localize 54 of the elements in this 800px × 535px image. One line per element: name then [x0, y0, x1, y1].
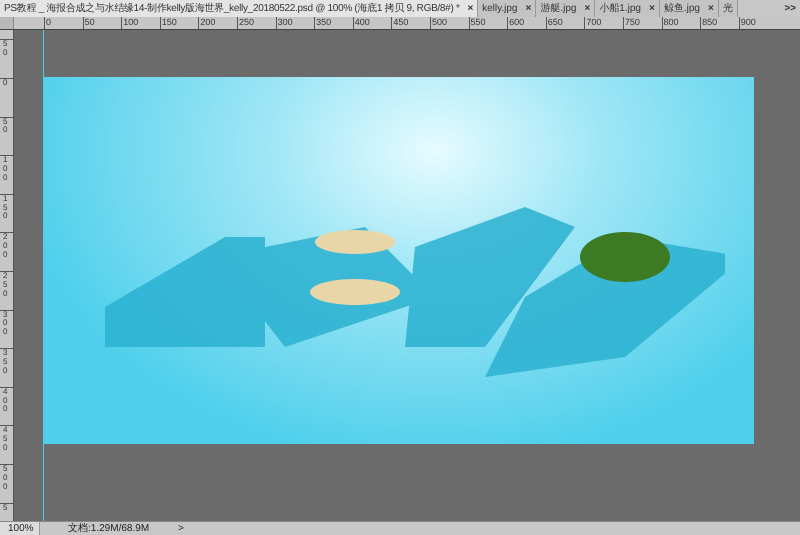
ruler-corner: [0, 17, 14, 29]
ruler-label: 700: [586, 17, 602, 27]
close-icon[interactable]: ×: [648, 1, 655, 16]
document-tab[interactable]: 小船1.jpg ×: [595, 0, 660, 17]
close-icon[interactable]: ×: [584, 1, 590, 16]
ruler-label: 450: [393, 17, 408, 27]
ruler-label: 200: [3, 233, 8, 260]
status-menu-arrow[interactable]: >: [178, 521, 184, 535]
ruler-label: 850: [702, 17, 718, 27]
tab-label: PS教程 _ 海报合成之与水结缘14-制作kelly版海世界_kelly_20180522.psd @ 100% (海底1 拷贝 9, RGB/8#) *: [4, 2, 460, 16]
tab-label: 游艇.jpg: [540, 2, 576, 16]
ruler-label: 200: [200, 17, 216, 27]
tab-label: 光: [722, 2, 733, 16]
ruler-label: 150: [162, 17, 177, 27]
ruler-label: 400: [3, 388, 8, 414]
document-tab[interactable]: PS教程 _ 海报合成之与水结缘14-制作kelly版海世界_kelly_20180522.psd @ 100% (海底1 拷贝 9, RGB/8#) * ×: [0, 0, 478, 17]
ruler-label: 350: [3, 349, 8, 376]
ruler-label: 250: [238, 17, 254, 27]
tab-overflow-button[interactable]: >>: [780, 0, 800, 17]
close-icon[interactable]: ×: [525, 1, 532, 16]
ruler-label: 900: [740, 17, 756, 27]
ruler-label: 100: [123, 17, 138, 27]
ruler-label: 300: [3, 310, 8, 337]
ruler-label: 50: [84, 17, 95, 27]
ruler-label: 800: [664, 17, 679, 27]
tab-label: 鲸鱼.jpg: [664, 2, 700, 16]
document-size: 文档:1.29M/68.9M: [68, 522, 150, 535]
ruler-label: 250: [3, 272, 8, 298]
ruler-label: 550: [470, 17, 486, 27]
ruler-label: 650: [548, 17, 563, 27]
ruler-label: 100: [3, 156, 8, 183]
ruler-label: 400: [354, 17, 370, 27]
ruler-label: 50: [3, 40, 8, 58]
ruler-label: 750: [624, 17, 640, 27]
document-tab[interactable]: 游艇.jpg ×: [536, 0, 596, 17]
zoom-field[interactable]: 100%: [0, 522, 40, 535]
close-icon[interactable]: ×: [708, 1, 714, 16]
ruler-label: 600: [509, 17, 524, 27]
ruler-label: 350: [316, 17, 332, 27]
tab-label: 小船1.jpg: [599, 2, 641, 16]
close-icon[interactable]: ×: [468, 1, 474, 16]
ruler-label: 450: [3, 426, 8, 453]
ruler-label: 5: [3, 504, 8, 512]
ruler-label: 150: [3, 194, 8, 222]
ruler-label: 500: [3, 464, 8, 492]
ruler-label: 300: [278, 17, 293, 27]
ruler-label: 50: [3, 118, 8, 136]
document-tab[interactable]: kelly.jpg ×: [478, 0, 536, 17]
ruler-label: 0: [46, 17, 52, 27]
document-tab[interactable]: 光: [718, 0, 738, 17]
ruler-label: 500: [432, 17, 447, 27]
document-tab[interactable]: 鲸鱼.jpg ×: [660, 0, 719, 17]
ruler-label: 0: [3, 78, 8, 88]
tab-label: kelly.jpg: [482, 2, 518, 16]
